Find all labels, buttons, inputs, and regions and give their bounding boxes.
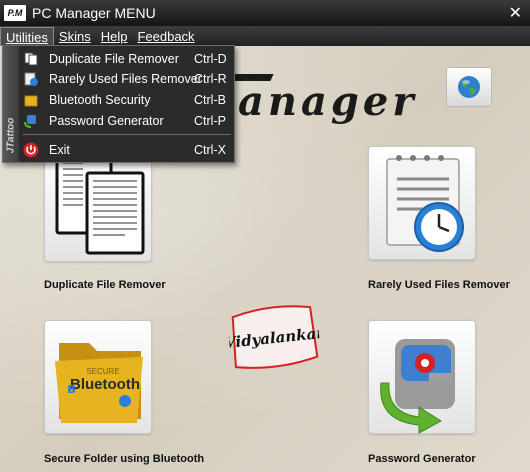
menu-item-bluetooth-security[interactable]: Bluetooth Security Ctrl-B <box>20 89 234 110</box>
globe-button[interactable] <box>446 67 492 107</box>
tile-password-generator[interactable] <box>368 320 476 434</box>
documents-icon <box>55 153 145 255</box>
menu-item-password-generator[interactable]: Password Generator Ctrl-P <box>20 110 234 131</box>
app-logo-text: anager <box>238 78 418 125</box>
menu-item-duplicate-file-remover[interactable]: Duplicate File Remover Ctrl-D <box>20 48 234 69</box>
menu-separator <box>23 134 231 135</box>
close-icon[interactable]: ✕ <box>509 3 522 22</box>
menu-bar: Utilities Skins Help Feedback <box>0 26 530 46</box>
power-icon <box>23 142 39 158</box>
menu-item-exit[interactable]: Exit Ctrl-X <box>20 139 234 160</box>
menu-item-rarely-used-files-remover[interactable]: Rarely Used Files Remover Ctrl-R <box>20 68 234 89</box>
window-title: PC Manager MENU <box>32 5 156 21</box>
theme-strip: JTattoo <box>3 46 19 162</box>
theme-label: JTattoo <box>5 117 17 154</box>
bluetooth-folder-icon <box>23 92 39 108</box>
key-refresh-icon <box>380 339 455 434</box>
duplicate-files-icon <box>23 51 39 67</box>
folder-text: Bluetooth <box>70 376 140 393</box>
tile-duplicate-file-remover[interactable] <box>44 148 152 262</box>
tile-secure-folder-bluetooth[interactable]: SECURE Bluetooth ʙ <box>44 320 152 434</box>
tile-label-secure-folder: Secure Folder using Bluetooth <box>44 453 205 465</box>
menu-utilities[interactable]: Utilities <box>0 26 54 46</box>
globe-icon <box>458 76 480 98</box>
title-bar: P.M PC Manager MENU ✕ <box>0 0 530 26</box>
menu-feedback[interactable]: Feedback <box>132 27 199 46</box>
notepad-clock-icon <box>386 155 464 252</box>
utilities-dropdown-menu: JTattoo Duplicate File Remover Ctrl-D Ra… <box>2 45 235 163</box>
svg-text:ʙ: ʙ <box>67 381 76 397</box>
tile-label-duplicate: Duplicate File Remover <box>44 279 166 291</box>
password-icon <box>23 113 39 129</box>
tile-label-password: Password Generator <box>368 453 476 465</box>
tile-label-rarely-used: Rarely Used Files Remover <box>368 279 510 291</box>
menu-help[interactable]: Help <box>96 27 133 46</box>
vidyalankar-logo: Vidyalankar <box>223 298 326 375</box>
menu-skins[interactable]: Skins <box>54 27 96 46</box>
bluetooth-folder-icon: SECURE Bluetooth ʙ <box>55 343 143 423</box>
rarely-used-icon <box>23 71 39 87</box>
tile-rarely-used-files-remover[interactable] <box>368 146 476 260</box>
app-logo-icon: P.M <box>4 5 26 21</box>
folder-top-text: SECURE <box>86 367 119 376</box>
